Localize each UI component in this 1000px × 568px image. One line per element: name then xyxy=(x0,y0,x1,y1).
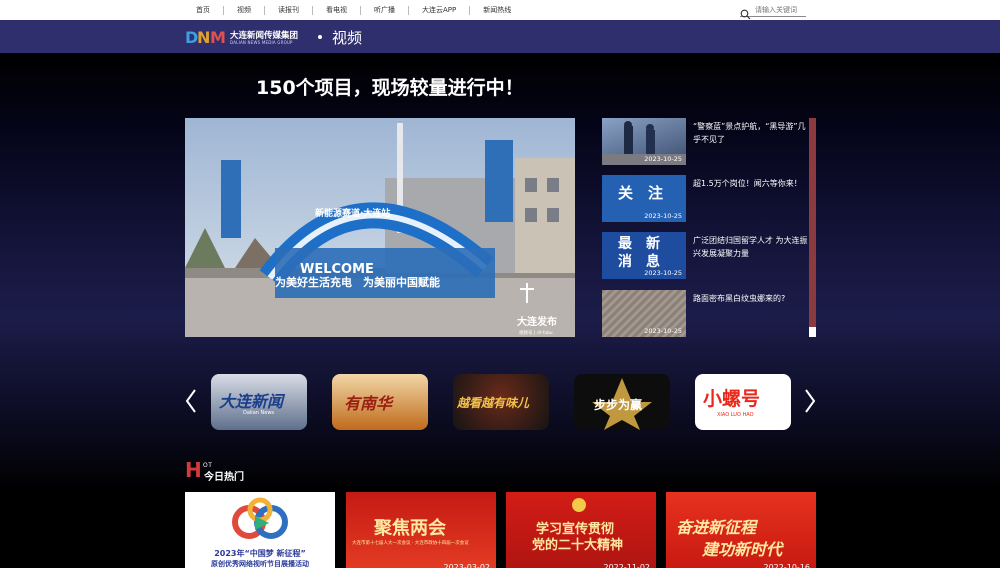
hot-card-sub: 大连市第十七届人大一次会议 · 大连市政协十四届一次会议 xyxy=(352,541,469,546)
hot-card[interactable]: 2023年“中国梦 新征程” 原创优秀网络视听节目展播活动 xyxy=(185,492,335,568)
side-item-thumbnail[interactable]: 2023-10-25 xyxy=(602,118,686,165)
carousel-sub: XIAO LUO HAO xyxy=(717,412,754,418)
side-item-thumbnail[interactable]: 最 新 消 息 2023-10-25 xyxy=(602,232,686,279)
carousel-item-xiaoluohao[interactable]: 小螺号 XIAO LUO HAO xyxy=(695,374,791,430)
svg-text:N: N xyxy=(197,28,210,46)
side-item-date: 2023-10-25 xyxy=(644,269,682,277)
video-watermark: 大连发布 xyxy=(517,315,557,328)
side-video-list: 2023-10-25 “警察蓝”景点护航，“黑导游”几乎不见了 关 注 2023… xyxy=(602,118,812,337)
carousel-label: 小螺号 xyxy=(703,388,761,410)
side-item-thumbnail[interactable]: 关 注 2023-10-25 xyxy=(602,175,686,222)
hot-card-sub: 党的二十大精神 xyxy=(532,538,624,553)
party-emblem-icon xyxy=(572,498,586,512)
scrollbar-thumb[interactable] xyxy=(809,327,816,337)
nav-link-video[interactable]: 视频 xyxy=(224,5,265,15)
hot-card-date: 2022-11-02 xyxy=(603,563,651,568)
side-list-item[interactable]: 2023-10-25 路面密布黑白纹虫娜来的? xyxy=(602,290,812,337)
nav-link-app[interactable]: 大连云APP xyxy=(409,5,471,15)
carousel-label: 大连新闻 xyxy=(219,392,284,411)
hot-card-sub: 原创优秀网络视听节目展播活动 xyxy=(211,560,309,568)
hot-card[interactable]: 学习宣传贯彻 党的二十大精神 2022-11-02 xyxy=(506,492,656,568)
hot-card[interactable]: 聚焦两会 大连市第十七届人大一次会议 · 大连市政协十四届一次会议 2023-0… xyxy=(346,492,496,568)
side-item-date: 2023-10-25 xyxy=(644,327,682,335)
video-watermark-sub: 视频号 | dl-fabu xyxy=(519,329,553,336)
carousel-prev-button[interactable] xyxy=(184,387,198,415)
video-overlay-welcome: WELCOME xyxy=(300,262,374,277)
hero-title: 150个项目，现场较量进行中！ xyxy=(256,77,524,99)
hot-section-letter: H xyxy=(185,458,202,482)
nav-link-hotline[interactable]: 新闻热线 xyxy=(470,6,524,15)
side-item-thumbnail[interactable]: 2023-10-25 xyxy=(602,290,686,337)
video-overlay-top: 新能源赛道·大连站 xyxy=(315,207,390,219)
hot-card-date: 2022-10-16 xyxy=(763,563,811,568)
side-item-title[interactable]: 超1.5万个岗位！闻六等你来！ xyxy=(693,177,809,190)
brand-subtitle: DALIAN NEWS MEDIA GROUP xyxy=(230,40,293,45)
carousel-label: 有南华 xyxy=(344,394,393,413)
section-title: 视频 xyxy=(332,29,363,47)
thumb-label: 关 注 xyxy=(618,184,664,202)
dnm-logo[interactable]: D N M xyxy=(185,28,227,47)
main-video-player[interactable]: WELCOME 为美好生活充电 为美丽中国赋能 新能源赛道·大连站 大连发布 视… xyxy=(185,118,575,337)
nav-link-tv[interactable]: 看电视 xyxy=(313,5,361,15)
carousel-label: 步步为赢 xyxy=(594,398,643,412)
search-icon[interactable] xyxy=(740,5,751,19)
side-item-title[interactable]: “警察蓝”景点护航，“黑导游”几乎不见了 xyxy=(693,120,809,146)
carousel-label: 越看越有味儿 xyxy=(457,396,530,410)
side-list-item[interactable]: 关 注 2023-10-25 超1.5万个岗位！闻六等你来！ xyxy=(602,175,812,222)
brand-bar: D N M 大连新闻传媒集团 DALIAN NEWS MEDIA GROUP 视… xyxy=(0,20,1000,53)
hot-card-date: 2023-03-02 xyxy=(443,563,491,568)
chevron-right-icon xyxy=(805,389,816,413)
hot-card-title: 聚焦两会 xyxy=(374,518,446,539)
top-nav-links: 首页 视频 读报刊 看电视 听广播 大连云APP 新闻热线 xyxy=(183,0,524,20)
carousel-item-4[interactable]: 步步为赢 xyxy=(574,374,670,430)
search-box[interactable] xyxy=(740,4,807,19)
hot-card-title: 2023年“中国梦 新征程” xyxy=(214,549,306,558)
side-item-date: 2023-10-25 xyxy=(644,155,682,163)
side-list-item[interactable]: 最 新 消 息 2023-10-25 广泛团结归国留学人才 为大连振兴发展凝聚力… xyxy=(602,232,812,279)
side-item-title[interactable]: 路面密布黑白纹虫娜来的? xyxy=(693,292,809,305)
brand-separator xyxy=(318,35,322,39)
chevron-left-icon xyxy=(185,389,196,413)
carousel-sub: Dalian News xyxy=(243,410,275,416)
thumb-label-1: 最 新 xyxy=(618,236,660,252)
carousel-item-3[interactable]: 越看越有味儿 xyxy=(453,374,549,430)
hot-card-title: 奋进新征程 xyxy=(676,518,757,537)
carousel-next-button[interactable] xyxy=(803,387,817,415)
hot-card-sub: 建功新时代 xyxy=(702,540,783,559)
carousel-item-2[interactable]: 有南华 xyxy=(332,374,428,430)
svg-text:M: M xyxy=(210,28,226,46)
search-input[interactable] xyxy=(755,6,807,14)
top-nav: 首页 视频 读报刊 看电视 听广播 大连云APP 新闻热线 xyxy=(0,0,1000,20)
side-item-title[interactable]: 广泛团结归国留学人才 为大连振兴发展凝聚力量 xyxy=(693,234,809,260)
nav-link-radio[interactable]: 听广播 xyxy=(361,5,409,15)
nav-link-home[interactable]: 首页 xyxy=(183,5,224,15)
nav-link-newspaper[interactable]: 读报刊 xyxy=(265,5,313,15)
carousel-item-dalian-news[interactable]: 大连新闻 Dalian News xyxy=(211,374,307,430)
side-list-scrollbar[interactable] xyxy=(809,118,816,337)
hot-section-title: 今日热门 xyxy=(204,472,244,483)
side-list-item[interactable]: 2023-10-25 “警察蓝”景点护航，“黑导游”几乎不见了 xyxy=(602,118,812,165)
side-item-date: 2023-10-25 xyxy=(644,212,682,220)
hot-card[interactable]: 奋进新征程 建功新时代 2022-10-16 xyxy=(666,492,816,568)
video-overlay-bottom: 为美好生活充电 为美丽中国赋能 xyxy=(275,275,440,289)
